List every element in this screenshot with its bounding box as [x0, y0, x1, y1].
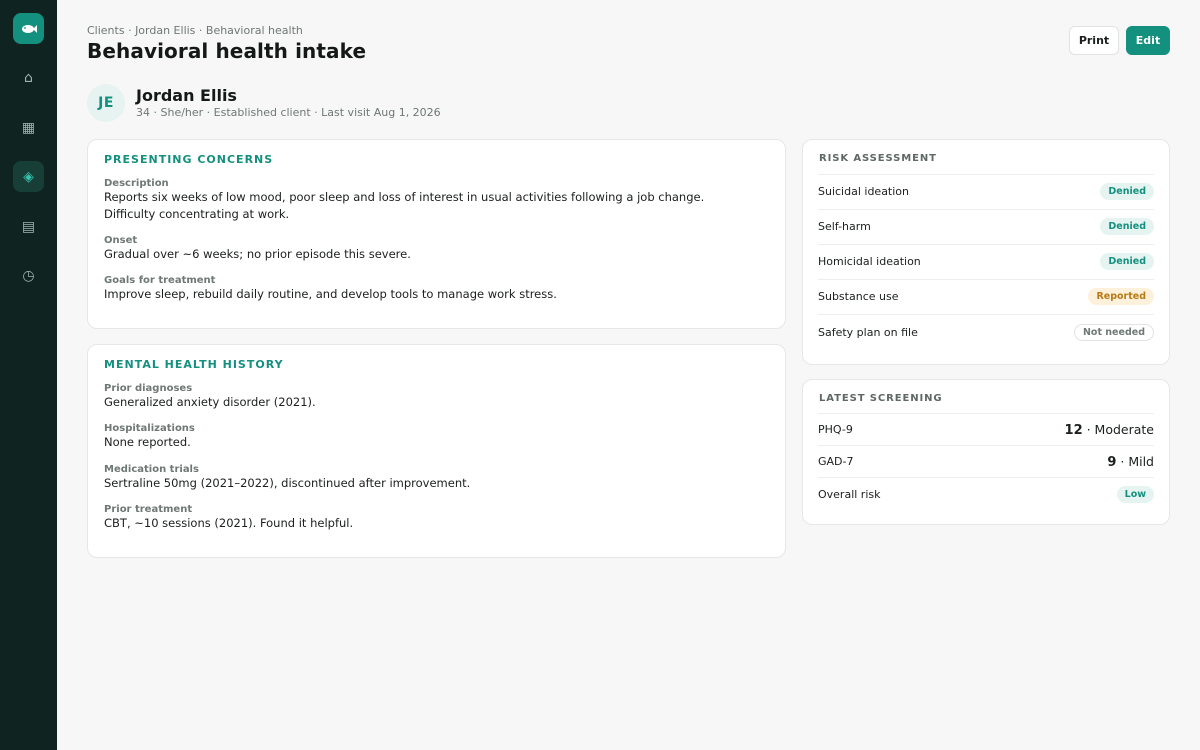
screening-label: GAD-7 — [818, 455, 854, 468]
risk-assessment-card: RISK ASSESSMENT Suicidal ideation Denied… — [802, 139, 1170, 365]
score-value: 9 — [1107, 455, 1117, 470]
presenting-concerns-card: PRESENTING CONCERNS Description Reports … — [87, 139, 786, 329]
screening-row: PHQ-9 12 · Moderate — [818, 413, 1154, 445]
field-value: Reports six weeks of low mood, poor slee… — [104, 190, 705, 221]
field-label: Prior treatment — [104, 504, 193, 515]
latest-screening-card: LATEST SCREENING PHQ-9 12 · Moderate GAD… — [802, 379, 1170, 525]
section-title: PRESENTING CONCERNS — [104, 153, 274, 166]
risk-row: Suicidal ideation Denied — [818, 174, 1154, 209]
screening-row: Overall risk Low — [818, 477, 1154, 511]
mental-health-history-card: MENTAL HEALTH HISTORY Prior diagnoses Ge… — [87, 344, 786, 558]
field-label: Prior diagnoses — [104, 383, 193, 394]
risk-row: Safety plan on file Not needed — [818, 314, 1154, 350]
field-value: Gradual over ~6 weeks; no prior episode … — [104, 247, 411, 261]
page-title: Behavioral health intake — [87, 39, 367, 63]
fish-icon[interactable] — [13, 13, 44, 44]
field-label: Hospitalizations — [104, 423, 195, 434]
avatar: JE — [87, 84, 125, 122]
screening-score: 9 · Mild — [1107, 454, 1154, 470]
breadcrumb[interactable]: Clients · Jordan Ellis · Behavioral heal… — [87, 24, 303, 37]
risk-label: Self-harm — [818, 220, 871, 233]
calendar-icon[interactable]: ▦ — [13, 112, 44, 143]
diamond-icon[interactable]: ◈ — [13, 161, 44, 192]
status-badge: Reported — [1088, 288, 1154, 305]
client-name: Jordan Ellis — [136, 86, 237, 105]
document-icon[interactable]: ▤ — [13, 211, 44, 242]
overall-risk-label: Overall risk — [818, 488, 881, 501]
risk-label: Substance use — [818, 290, 899, 303]
risk-row: Homicidal ideation Denied — [818, 244, 1154, 279]
edit-button[interactable]: Edit — [1126, 26, 1170, 55]
status-badge: Denied — [1100, 218, 1154, 235]
risk-row: Self-harm Denied — [818, 209, 1154, 244]
risk-label: Safety plan on file — [818, 326, 918, 339]
section-title: RISK ASSESSMENT — [819, 153, 937, 164]
section-title: LATEST SCREENING — [819, 393, 943, 404]
field-value: Improve sleep, rebuild daily routine, an… — [104, 287, 557, 301]
status-badge: Low — [1116, 486, 1154, 503]
field-label: Medication trials — [104, 464, 199, 475]
field-value: CBT, ~10 sessions (2021). Found it helpf… — [104, 516, 354, 530]
risk-row: Substance use Reported — [818, 279, 1154, 314]
field-label: Onset — [104, 235, 138, 246]
client-meta: 34 · She/her · Established client · Last… — [136, 106, 441, 119]
home-icon[interactable]: ⌂ — [13, 62, 44, 93]
screening-row: GAD-7 9 · Mild — [818, 445, 1154, 477]
section-title: MENTAL HEALTH HISTORY — [104, 358, 284, 371]
score-value: 12 — [1064, 423, 1083, 438]
score-severity: Mild — [1128, 454, 1154, 469]
risk-label: Homicidal ideation — [818, 255, 921, 268]
main-content: Clients · Jordan Ellis · Behavioral heal… — [57, 0, 1200, 750]
field-value: Generalized anxiety disorder (2021). — [104, 395, 316, 409]
status-badge: Denied — [1100, 253, 1154, 270]
field-label: Goals for treatment — [104, 275, 216, 286]
print-button[interactable]: Print — [1069, 26, 1119, 55]
screening-label: PHQ-9 — [818, 423, 853, 436]
field-label: Description — [104, 178, 169, 189]
score-severity: Moderate — [1094, 422, 1154, 437]
sidebar: ⌂ ▦ ◈ ▤ ◷ — [0, 0, 57, 750]
screening-score: 12 · Moderate — [1064, 422, 1154, 438]
field-value: Sertraline 50mg (2021–2022), discontinue… — [104, 476, 471, 490]
risk-label: Suicidal ideation — [818, 185, 910, 198]
field-value: None reported. — [104, 435, 191, 449]
status-badge: Denied — [1100, 183, 1154, 200]
clock-icon[interactable]: ◷ — [13, 260, 44, 291]
status-badge: Not needed — [1073, 324, 1154, 341]
